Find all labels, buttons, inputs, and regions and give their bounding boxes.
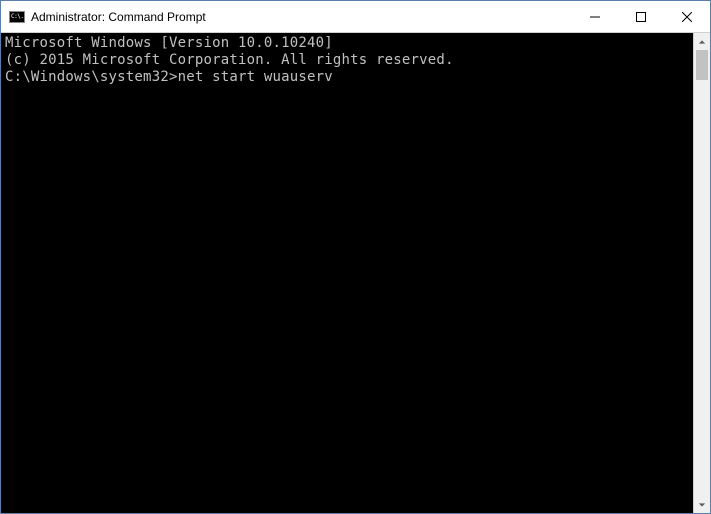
command-prompt-window: C:\. Administrator: Command Prompt Micro… — [0, 0, 711, 514]
window-title: Administrator: Command Prompt — [31, 10, 572, 24]
titlebar[interactable]: C:\. Administrator: Command Prompt — [1, 1, 710, 33]
minimize-button[interactable] — [572, 1, 618, 32]
scroll-up-button[interactable] — [694, 33, 710, 50]
minimize-icon — [590, 12, 600, 22]
close-button[interactable] — [664, 1, 710, 32]
scroll-down-button[interactable] — [694, 496, 710, 513]
maximize-icon — [636, 12, 646, 22]
terminal-output[interactable]: Microsoft Windows [Version 10.0.10240](c… — [1, 33, 693, 513]
maximize-button[interactable] — [618, 1, 664, 32]
copyright-line: (c) 2015 Microsoft Corporation. All righ… — [5, 52, 691, 69]
command-input[interactable]: net start wuauserv — [178, 69, 333, 85]
close-icon — [682, 12, 692, 22]
cmd-icon: C:\. — [9, 10, 25, 24]
client-area: Microsoft Windows [Version 10.0.10240](c… — [1, 33, 710, 513]
window-controls — [572, 1, 710, 32]
scroll-track[interactable] — [694, 50, 710, 496]
chevron-down-icon — [698, 501, 706, 509]
chevron-up-icon — [698, 38, 706, 46]
prompt-path: C:\Windows\system32> — [5, 69, 178, 85]
version-line: Microsoft Windows [Version 10.0.10240] — [5, 35, 691, 52]
vertical-scrollbar[interactable] — [693, 33, 710, 513]
prompt-line: C:\Windows\system32>net start wuauserv — [5, 69, 691, 86]
scroll-thumb[interactable] — [696, 50, 708, 80]
